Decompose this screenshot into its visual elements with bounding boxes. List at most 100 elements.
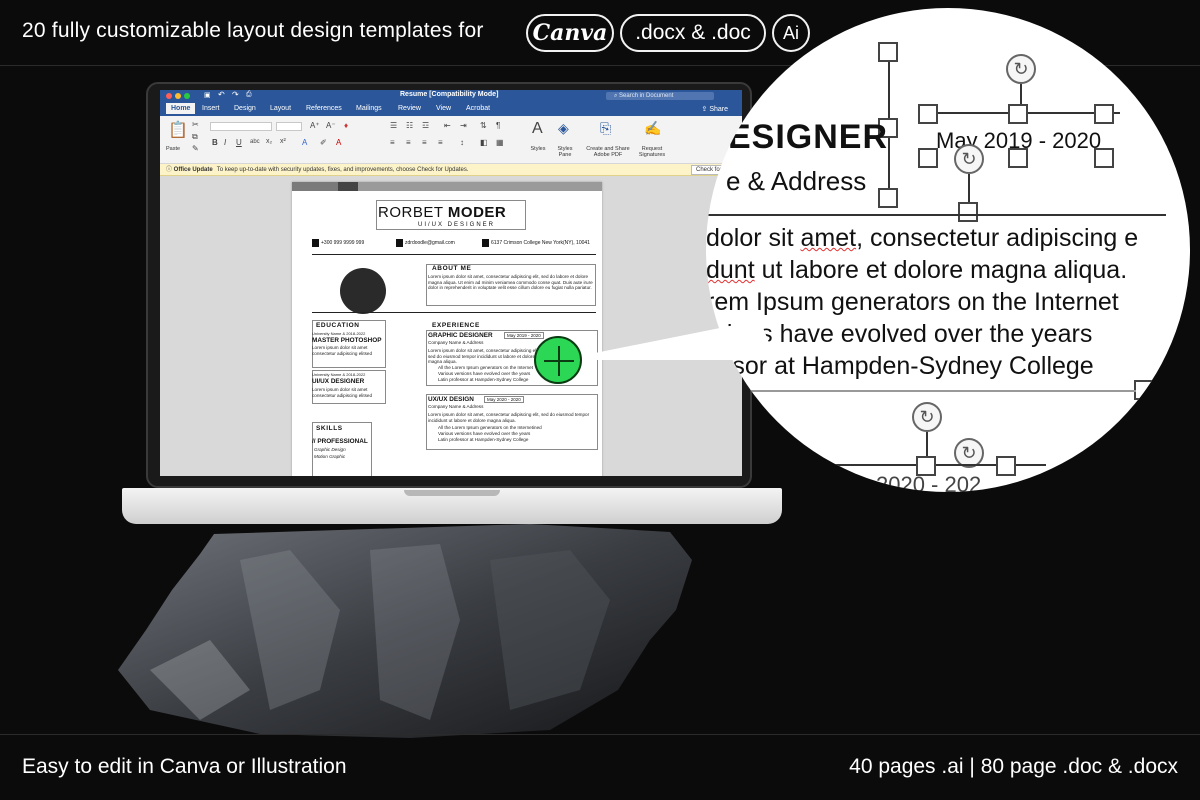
- laptop-base: [122, 488, 782, 524]
- copy-icon[interactable]: ⧉: [192, 132, 198, 142]
- tab-layout[interactable]: Layout: [270, 105, 291, 112]
- phone-chip[interactable]: +300 999 9999 999: [312, 239, 372, 247]
- location-icon: [482, 239, 489, 247]
- footer-right-text: 40 pages .ai | 80 page .doc & .docx: [849, 755, 1178, 778]
- italic-icon[interactable]: I: [224, 138, 226, 147]
- request-signatures-icon[interactable]: ✍: [644, 120, 661, 137]
- info-icon: ⓘ: [166, 167, 174, 173]
- office-update-message: To keep up-to-date with security updates…: [216, 167, 469, 173]
- grow-font-icon[interactable]: A⁺: [310, 121, 320, 130]
- highlight-icon[interactable]: ✐: [320, 138, 327, 147]
- avatar[interactable]: [340, 268, 386, 314]
- resize-handle[interactable]: [996, 456, 1016, 476]
- align-center-icon[interactable]: ≡: [406, 138, 411, 147]
- sort-icon[interactable]: ⇅: [480, 121, 487, 130]
- align-left-icon[interactable]: ≡: [390, 138, 395, 147]
- resize-handle[interactable]: [958, 202, 978, 222]
- magnifier-lens: ↻ ESIGNER May 2019 - 2020 ↻ e & Address …: [706, 8, 1190, 492]
- print-icon[interactable]: ⎙: [246, 91, 252, 99]
- resize-handle[interactable]: [878, 188, 898, 208]
- cut-icon[interactable]: ✂: [192, 120, 199, 129]
- name-last: MODER: [447, 204, 507, 221]
- exp2-bullet: Latin professor at Hampden-Sydney Colleg…: [438, 437, 529, 442]
- title-bar: ▣ ↶ ↷ ⎙ Resume [Compatibility Mode] ⌕ Se…: [160, 90, 742, 102]
- numbering-icon[interactable]: ☷: [406, 121, 413, 130]
- format-painter-icon[interactable]: ✎: [192, 144, 199, 153]
- tab-mailings[interactable]: Mailings: [356, 105, 382, 112]
- resize-handle[interactable]: [1008, 104, 1028, 124]
- tab-insert[interactable]: Insert: [202, 105, 220, 112]
- tab-design[interactable]: Design: [234, 105, 256, 112]
- resize-handle[interactable]: [918, 148, 938, 168]
- laptop-notch: [404, 490, 500, 496]
- bold-icon[interactable]: B: [212, 138, 218, 147]
- paste-label: Paste: [166, 146, 181, 152]
- resize-handle[interactable]: [918, 104, 938, 124]
- increase-indent-icon[interactable]: ⇥: [460, 121, 467, 130]
- skills-title: SKILLS: [316, 425, 343, 432]
- font-size-select[interactable]: [276, 122, 302, 131]
- tab-view[interactable]: View: [436, 105, 451, 112]
- styles-pane-label: Styles Pane: [557, 146, 573, 158]
- save-icon[interactable]: ▣: [204, 91, 211, 99]
- exp1-title: GRAPHIC DESIGNER: [428, 332, 493, 339]
- resume-page[interactable]: RORBET MODER UI/UX DESIGNER +300 999 999…: [292, 182, 602, 476]
- styles-icon[interactable]: A: [532, 120, 543, 138]
- superscript-icon[interactable]: x²: [280, 138, 286, 145]
- underline-icon[interactable]: U: [236, 138, 242, 147]
- clear-format-icon[interactable]: ♦: [344, 121, 348, 130]
- justify-icon[interactable]: ≡: [438, 138, 443, 147]
- font-color-icon[interactable]: A: [336, 138, 341, 147]
- minimize-icon[interactable]: [175, 93, 181, 99]
- edu1-text: Lorem ipsum dolor sit amet consectetur a…: [312, 345, 373, 356]
- tab-acrobat[interactable]: Acrobat: [466, 105, 490, 112]
- plus-icon[interactable]: [534, 336, 582, 384]
- maximize-icon[interactable]: [184, 93, 190, 99]
- decrease-indent-icon[interactable]: ⇤: [444, 121, 451, 130]
- resize-handle[interactable]: [1008, 148, 1028, 168]
- tab-review[interactable]: Review: [398, 105, 421, 112]
- footer-left-text: Easy to edit in Canva or Illustration: [22, 755, 347, 778]
- line-spacing-icon[interactable]: ↕: [460, 138, 464, 147]
- bullets-icon[interactable]: ☰: [390, 121, 397, 130]
- font-name-select[interactable]: [210, 122, 272, 131]
- text-effects-icon[interactable]: A: [302, 138, 307, 147]
- mail-icon: [396, 239, 403, 247]
- paste-icon[interactable]: 📋: [168, 120, 188, 140]
- exp2-date[interactable]: May 2020 - 2020: [484, 396, 524, 403]
- exp1-date[interactable]: May 2019 - 2020: [504, 332, 544, 339]
- rotate-icon[interactable]: ↻: [954, 144, 984, 174]
- rotate-icon[interactable]: ↻: [912, 402, 942, 432]
- tab-references[interactable]: References: [306, 105, 342, 112]
- strikethrough-icon[interactable]: abc: [250, 139, 260, 145]
- tab-home[interactable]: Home: [166, 103, 196, 114]
- rotate-icon[interactable]: ↻: [1006, 54, 1036, 84]
- resume-name[interactable]: RORBET MODER: [378, 204, 506, 221]
- email-chip[interactable]: zdrdoodle@gmail.com: [396, 239, 458, 247]
- docx-badge: .docx & .doc: [620, 14, 766, 52]
- redo-icon[interactable]: ↷: [232, 90, 239, 99]
- align-right-icon[interactable]: ≡: [422, 138, 427, 147]
- subscript-icon[interactable]: x₂: [266, 138, 272, 145]
- borders-icon[interactable]: ▦: [496, 138, 504, 147]
- address-chip[interactable]: 6137 Crimson College New York(NY), 10041: [482, 239, 600, 247]
- resume-role[interactable]: UI/UX DESIGNER: [418, 222, 495, 228]
- create-pdf-icon[interactable]: ⎘: [600, 120, 611, 137]
- undo-icon[interactable]: ↶: [218, 90, 225, 99]
- resize-handle[interactable]: [1134, 380, 1154, 400]
- search-input[interactable]: ⌕ Search in Document: [606, 92, 714, 100]
- close-icon[interactable]: [166, 93, 172, 99]
- exp1-bullet: Latin professor at Hampden-Sydney Colleg…: [438, 377, 529, 382]
- multilevel-icon[interactable]: ☲: [422, 121, 429, 130]
- resize-handle[interactable]: [1094, 148, 1114, 168]
- resize-handle[interactable]: [878, 42, 898, 62]
- shrink-font-icon[interactable]: A⁻: [326, 121, 336, 130]
- canva-badge: Canva: [526, 14, 614, 52]
- pilcrow-icon[interactable]: ¶: [496, 121, 500, 130]
- styles-pane-icon[interactable]: ◈: [558, 120, 569, 137]
- resize-handle[interactable]: [1094, 104, 1114, 124]
- shading-icon[interactable]: ◧: [480, 138, 488, 147]
- email-text: zdrdoodle@gmail.com: [405, 240, 455, 246]
- share-button[interactable]: ⇪ Share: [702, 105, 729, 113]
- magnified-text: dunt: [706, 256, 755, 284]
